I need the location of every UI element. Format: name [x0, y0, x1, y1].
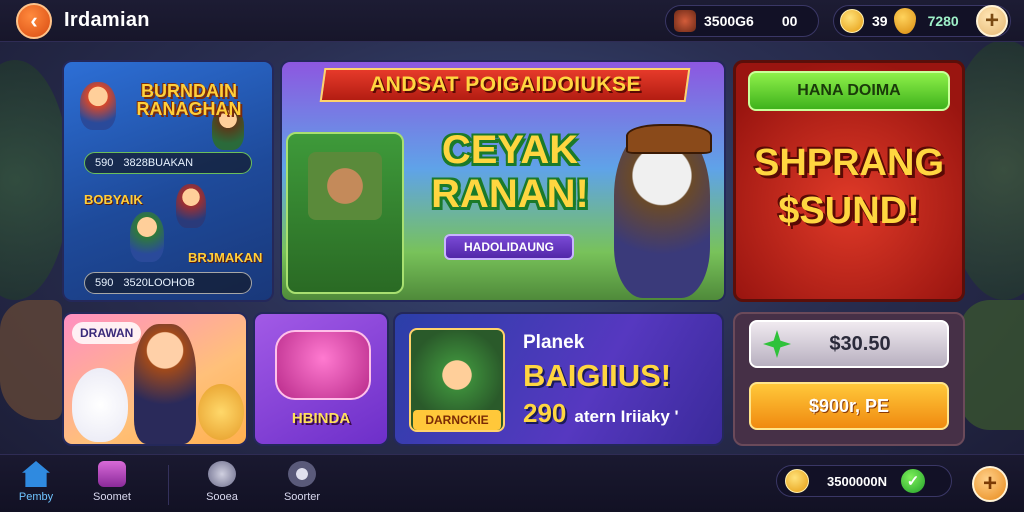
- featured-event-card[interactable]: ANDSAT POIGAIDOIUKSE CEYAK RANAN! HADOLI…: [280, 60, 726, 302]
- sale-card[interactable]: HANA DOIMA SHPRANG $SUND!: [733, 60, 965, 302]
- social-icon: [288, 461, 316, 487]
- bonus-line-2: BAIGIIUS!: [523, 358, 672, 393]
- hero-character: [130, 212, 164, 262]
- featured-sub-button[interactable]: HADOLIDAUNG: [444, 234, 574, 260]
- bonus-small-text: atern Iriiaky ': [574, 407, 679, 426]
- bonus-number: 290: [523, 398, 567, 428]
- gem-icon: [763, 330, 791, 358]
- currency-pill-1[interactable]: 3500G6 00: [665, 5, 819, 37]
- sale-headline-1: SHPRANG: [753, 142, 945, 184]
- home-icon: [22, 461, 50, 487]
- jungle-leaf-left: [0, 60, 70, 300]
- hero-character: [176, 184, 206, 228]
- price-1-label: $30.50: [829, 333, 891, 355]
- currency-1-value: 3500G6: [704, 13, 754, 29]
- character-card-tag: DRAWAN: [72, 322, 142, 344]
- nav-label: Pemby: [18, 491, 54, 503]
- app-title: Irdamian: [64, 9, 150, 31]
- dog-pet: [198, 384, 244, 440]
- hero-avatar-icon: [674, 10, 696, 32]
- nav-item-chat[interactable]: Sooea: [190, 461, 254, 511]
- gems-value: 7280: [927, 13, 959, 29]
- top-bar: ‹ Irdamian 3500G6 00 39 7280 +: [0, 0, 1024, 42]
- bush-right: [960, 300, 1024, 430]
- bonus-card[interactable]: DARNCKIE Planek BAIGIIUS! 290 atern Irii…: [393, 312, 724, 446]
- sale-headline: SHPRANG $SUND!: [736, 139, 962, 235]
- featured-headline-2: RANAN!: [431, 172, 589, 216]
- currency-1-extra: 00: [781, 13, 798, 29]
- price-button-2[interactable]: $900r, PE: [749, 382, 949, 430]
- nav-item-shop[interactable]: Soomet: [80, 461, 144, 511]
- currency-2-value: 39: [872, 13, 888, 29]
- card1-row1-b: 3828BUAKAN: [123, 157, 194, 169]
- plus-icon: +: [984, 7, 999, 34]
- back-button[interactable]: ‹: [16, 3, 52, 39]
- shop-icon: [98, 461, 126, 487]
- item-card-label: HBINDA: [291, 410, 351, 427]
- card1-sub-1: BOBYAIK: [84, 192, 143, 207]
- sale-headline-2: $SUND!: [778, 190, 920, 232]
- item-illustration: [275, 330, 371, 400]
- add-button[interactable]: +: [972, 466, 1008, 502]
- add-currency-button[interactable]: +: [976, 5, 1008, 37]
- bottom-currency-pill[interactable]: 3500000N ✓: [776, 465, 952, 497]
- purchase-card: $30.50 $900r, PE: [733, 312, 965, 446]
- price-button-1[interactable]: $30.50: [749, 320, 949, 368]
- back-arrow-icon: ‹: [30, 8, 38, 33]
- coin-icon: [785, 469, 809, 493]
- featured-headline-1: CEYAK: [441, 128, 579, 172]
- card1-sub-2: BRJMAKAN: [188, 250, 263, 265]
- nav-item-home[interactable]: Pemby: [4, 461, 68, 511]
- featured-headline: CEYAK RANAN!: [410, 128, 610, 216]
- character-card[interactable]: DRAWAN: [62, 312, 248, 446]
- sale-button[interactable]: HANA DOIMA: [748, 71, 950, 111]
- coin-icon: [840, 9, 864, 33]
- item-card[interactable]: HBINDA: [253, 312, 389, 446]
- card1-row2-b: 3520LOOHOB: [123, 277, 195, 289]
- nav-label: Soorter: [283, 491, 321, 503]
- shield-icon: [893, 8, 916, 34]
- card1-row2-a: 590: [95, 277, 114, 289]
- chat-icon: [208, 461, 236, 487]
- bonus-line-3: 290 atern Iriiaky ': [523, 398, 679, 429]
- bonus-line-1: Planek: [523, 332, 585, 353]
- card1-stat-row: 590 3520LOOHOB: [84, 272, 252, 294]
- nav-divider: [168, 465, 169, 505]
- nav-item-social[interactable]: Soorter: [270, 461, 334, 511]
- check-icon: ✓: [901, 469, 925, 493]
- mascot-hat: [626, 124, 712, 154]
- plus-icon: +: [982, 470, 997, 497]
- nav-label: Soomet: [93, 491, 131, 503]
- rock-left: [0, 300, 62, 420]
- featured-banner: ANDSAT POIGAIDOIUKSE: [319, 68, 691, 102]
- card1-row1-a: 590: [95, 157, 114, 169]
- card1-title: BURNDAIN RANAGHAN: [136, 81, 242, 119]
- slot-machine-illustration: [286, 132, 404, 294]
- event-card-heroes[interactable]: BURNDAIN RANAGHAN 590 3828BUAKAN BOBYAIK…: [62, 60, 274, 302]
- featured-banner-text: ANDSAT POIGAIDOIUKSE: [369, 73, 641, 96]
- girl-character: [134, 324, 196, 444]
- bunny-pet: [72, 368, 128, 442]
- card1-stat-row: 590 3828BUAKAN: [84, 152, 252, 174]
- bottom-currency-value: 3500000N: [827, 473, 887, 489]
- nav-label: Sooea: [206, 491, 238, 503]
- bonus-portrait-label: DARNCKIE: [413, 410, 501, 430]
